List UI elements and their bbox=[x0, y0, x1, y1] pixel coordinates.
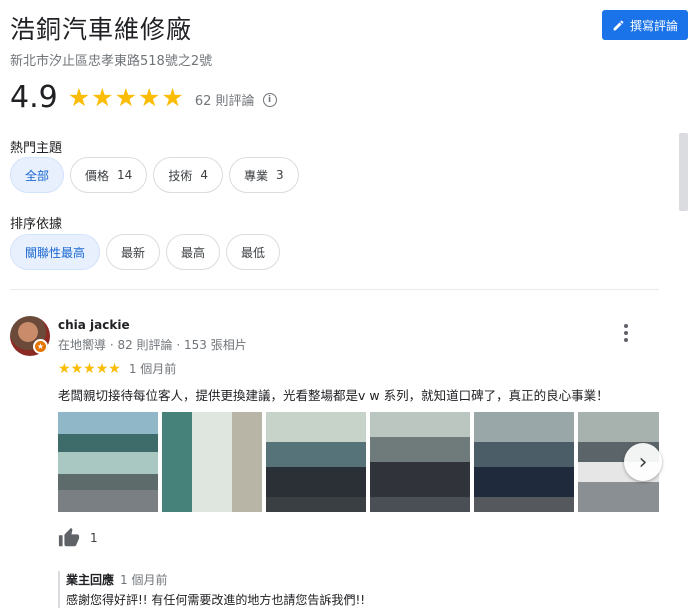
review-photo[interactable] bbox=[58, 412, 158, 512]
star-icon: ★ bbox=[58, 360, 71, 377]
review-photo[interactable] bbox=[370, 412, 470, 512]
owner-reply-text: 感謝您得好評!! 有任何需要改進的地方也請您告訴我們!! bbox=[66, 593, 366, 607]
owner-reply-time: 1 個月前 bbox=[120, 573, 168, 587]
star-icon: ★ bbox=[70, 360, 84, 377]
local-guide-badge-icon: ★ bbox=[33, 339, 48, 354]
owner-reply-label: 業主回應 bbox=[66, 573, 115, 587]
star-icon: ★ bbox=[95, 360, 109, 377]
info-icon[interactable]: i bbox=[262, 92, 277, 107]
sort-chip-newest[interactable]: 最新 bbox=[106, 234, 161, 270]
review-text: 老闆親切接待每位客人，提供更換建議，光看整場都是v w 系列，就知道口碑了，真正… bbox=[58, 388, 609, 403]
write-review-button[interactable]: 撰寫評論 bbox=[602, 10, 688, 40]
rating-stars: ★ ★ ★ ★ ★ bbox=[68, 85, 185, 110]
topic-chips: 全部 價格 14 技術 4 專業 3 bbox=[10, 157, 299, 193]
scrollbar-thumb[interactable] bbox=[679, 133, 688, 211]
topic-chip-all[interactable]: 全部 bbox=[10, 157, 65, 193]
review-rating: ★ ★ ★ ★ ★ 1 個月前 bbox=[58, 360, 176, 377]
thumbs-up-icon bbox=[58, 527, 80, 547]
topic-chip-professional[interactable]: 專業 3 bbox=[228, 157, 299, 193]
review-photo[interactable] bbox=[162, 412, 262, 512]
review-time: 1 個月前 bbox=[128, 362, 177, 376]
rating-value: 4.9 bbox=[10, 80, 58, 115]
rating-summary: 4.9 ★ ★ ★ ★ ★ 62 則評論 i bbox=[10, 80, 277, 115]
like-count: 1 bbox=[90, 531, 98, 545]
more-options-icon[interactable] bbox=[620, 322, 632, 344]
star-icon: ★ bbox=[114, 83, 137, 112]
sort-chip-highest[interactable]: 最高 bbox=[166, 234, 221, 270]
sort-chip-relevance[interactable]: 關聯性最高 bbox=[10, 234, 101, 270]
review-photos bbox=[58, 412, 659, 512]
star-icon: ★ bbox=[91, 83, 114, 112]
star-icon: ★ bbox=[67, 83, 91, 112]
place-address: 新北市汐止區忠孝東路518號之2號 bbox=[10, 54, 213, 69]
review-count[interactable]: 62 則評論 bbox=[195, 90, 255, 109]
star-icon: ★ bbox=[108, 360, 121, 377]
pencil-icon bbox=[613, 20, 624, 30]
topics-label: 熱門主題 bbox=[10, 141, 63, 156]
sort-chip-lowest[interactable]: 最低 bbox=[226, 234, 281, 270]
topic-chip-price[interactable]: 價格 14 bbox=[70, 157, 148, 193]
reviewer-name[interactable]: chia jackie bbox=[58, 318, 130, 332]
topic-count: 3 bbox=[275, 168, 284, 182]
chevron-right-icon[interactable]: › bbox=[624, 443, 662, 481]
reviewer-meta: 在地嚮導 · 82 則評論 · 153 張相片 bbox=[58, 338, 247, 352]
star-icon: ★ bbox=[83, 360, 96, 377]
review-photo[interactable] bbox=[266, 412, 366, 512]
review-photo[interactable] bbox=[474, 412, 574, 512]
topic-count: 14 bbox=[117, 168, 133, 182]
topic-chip-technique[interactable]: 技術 4 bbox=[153, 157, 223, 193]
star-icon: ★ bbox=[137, 83, 161, 112]
sort-chips: 關聯性最高 最新 最高 最低 bbox=[10, 234, 281, 270]
sort-label: 排序依據 bbox=[10, 217, 63, 232]
topic-count: 4 bbox=[200, 168, 208, 182]
owner-reply: 業主回應 1 個月前 感謝您得好評!! 有任何需要改進的地方也請您告訴我們!! bbox=[58, 571, 365, 608]
place-title: 浩銅汽車維修廠 bbox=[10, 15, 193, 44]
like-button[interactable]: 1 bbox=[58, 527, 98, 549]
divider bbox=[10, 289, 659, 290]
write-review-label: 撰寫評論 bbox=[629, 18, 678, 33]
star-icon: ★ bbox=[161, 83, 184, 112]
